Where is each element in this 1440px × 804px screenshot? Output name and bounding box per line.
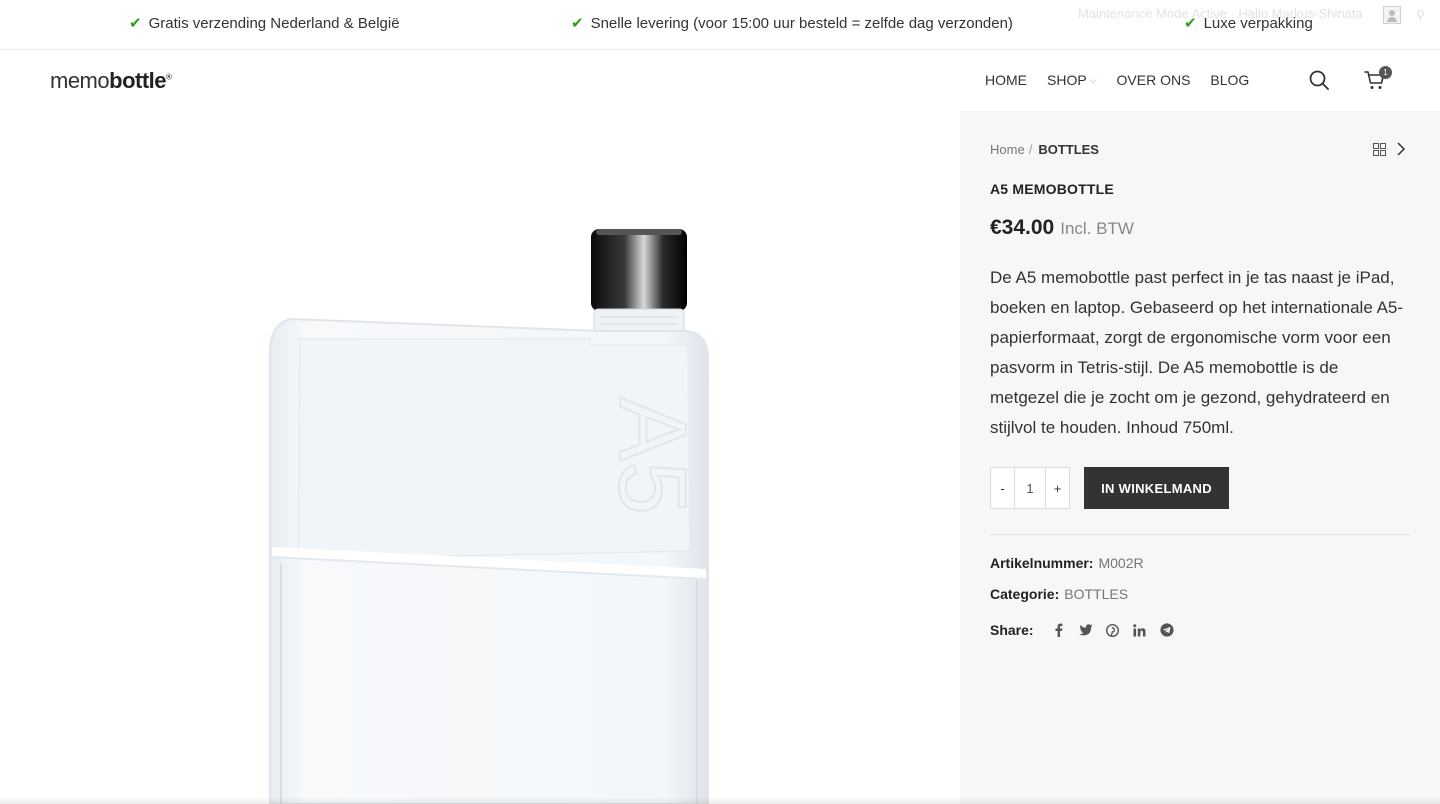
logo-light-text: memo [50, 68, 110, 93]
product-description: De A5 memobottle past perfect in je tas … [990, 268, 1404, 437]
site-logo[interactable]: memobottle® [50, 68, 172, 94]
top-bar: ✔ Gratis verzending Nederland & België ✔… [0, 0, 1440, 50]
cart-count-badge: 1 [1379, 66, 1392, 79]
bottle-illustration: A5 [269, 229, 709, 804]
usp-delivery: ✔ Snelle levering (voor 15:00 uur bestel… [571, 14, 1013, 33]
product-category: Categorie: BOTTLES [990, 586, 1128, 602]
sku-value: M002R [1098, 555, 1144, 571]
category-label: Categorie: [990, 586, 1060, 602]
divider [990, 534, 1410, 535]
nav-label: HOME [985, 72, 1027, 88]
check-icon: ✔ [129, 15, 142, 32]
usp-text: Gratis verzending Nederland & België [148, 14, 400, 32]
product-price: €34.00 Incl. BTW [990, 216, 1134, 240]
main-nav: HOME SHOP ⌵ OVER ONS BLOG [985, 72, 1269, 88]
logo-bold-text: bottle [109, 68, 167, 93]
quantity-stepper: - 1 + [990, 467, 1070, 509]
grid-icon[interactable] [1373, 143, 1386, 156]
breadcrumb: Home / BOTTLES [990, 142, 1099, 157]
check-icon: ✔ [571, 15, 584, 32]
category-link[interactable]: BOTTLES [1064, 586, 1128, 602]
breadcrumb-current[interactable]: BOTTLES [1038, 142, 1099, 157]
nav-label: OVER ONS [1116, 72, 1191, 88]
nav-item-shop[interactable]: SHOP ⌵ [1047, 72, 1097, 88]
product-summary: Home / BOTTLES A5 MEMOBOTTLE €34.00 Incl… [960, 111, 1440, 804]
sku-label: Artikelnummer: [990, 555, 1094, 571]
page-bottom-edge [0, 797, 1440, 804]
chevron-down-icon: ⌵ [1089, 74, 1097, 85]
facebook-icon[interactable] [1052, 623, 1066, 637]
pinterest-icon[interactable] [1106, 623, 1120, 637]
search-icon[interactable] [1309, 70, 1329, 90]
bottle-mark-text: A5 [599, 397, 706, 514]
nav-label: SHOP [1047, 72, 1087, 88]
usp-text: Snelle levering (voor 15:00 uur besteld … [590, 14, 1013, 32]
breadcrumb-separator: / [1028, 142, 1033, 157]
linkedin-icon[interactable] [1133, 623, 1147, 637]
nav-label: BLOG [1210, 72, 1250, 88]
twitter-icon[interactable] [1078, 623, 1093, 637]
usp-shipping: ✔ Gratis verzending Nederland & België [129, 14, 400, 33]
qty-minus-button[interactable]: - [991, 468, 1014, 508]
admin-search-icon[interactable]: ⚲ [1416, 8, 1425, 22]
nav-item-blog[interactable]: BLOG [1210, 72, 1249, 88]
telegram-icon[interactable] [1159, 623, 1174, 637]
product-share: Share: [990, 622, 1174, 638]
chevron-right-icon[interactable] [1396, 142, 1406, 156]
admin-avatar[interactable] [1383, 6, 1401, 24]
site-header: memobottle® HOME SHOP ⌵ OVER ONS BLOG 1 [0, 50, 1440, 111]
qty-plus-button[interactable]: + [1046, 468, 1069, 508]
add-to-cart-button[interactable]: IN WINKELMAND [1084, 467, 1229, 509]
price-tax-label: Incl. BTW [1060, 219, 1134, 238]
product-image[interactable]: A5 [0, 111, 960, 804]
nav-item-over-ons[interactable]: OVER ONS [1117, 72, 1191, 88]
breadcrumb-home[interactable]: Home [990, 142, 1025, 157]
nav-item-home[interactable]: HOME [985, 72, 1027, 88]
price-amount: €34.00 [990, 216, 1055, 239]
trademark-icon: ® [166, 72, 172, 82]
share-label: Share: [990, 622, 1034, 638]
share-icons [1052, 623, 1174, 637]
admin-notice[interactable]: Maintenance Mode Active · Hallo Markus-S… [1078, 6, 1363, 21]
product-title: A5 MEMOBOTTLE [990, 181, 1114, 197]
qty-input[interactable]: 1 [1014, 468, 1046, 508]
product-sku: Artikelnummer: M002R [990, 555, 1144, 571]
